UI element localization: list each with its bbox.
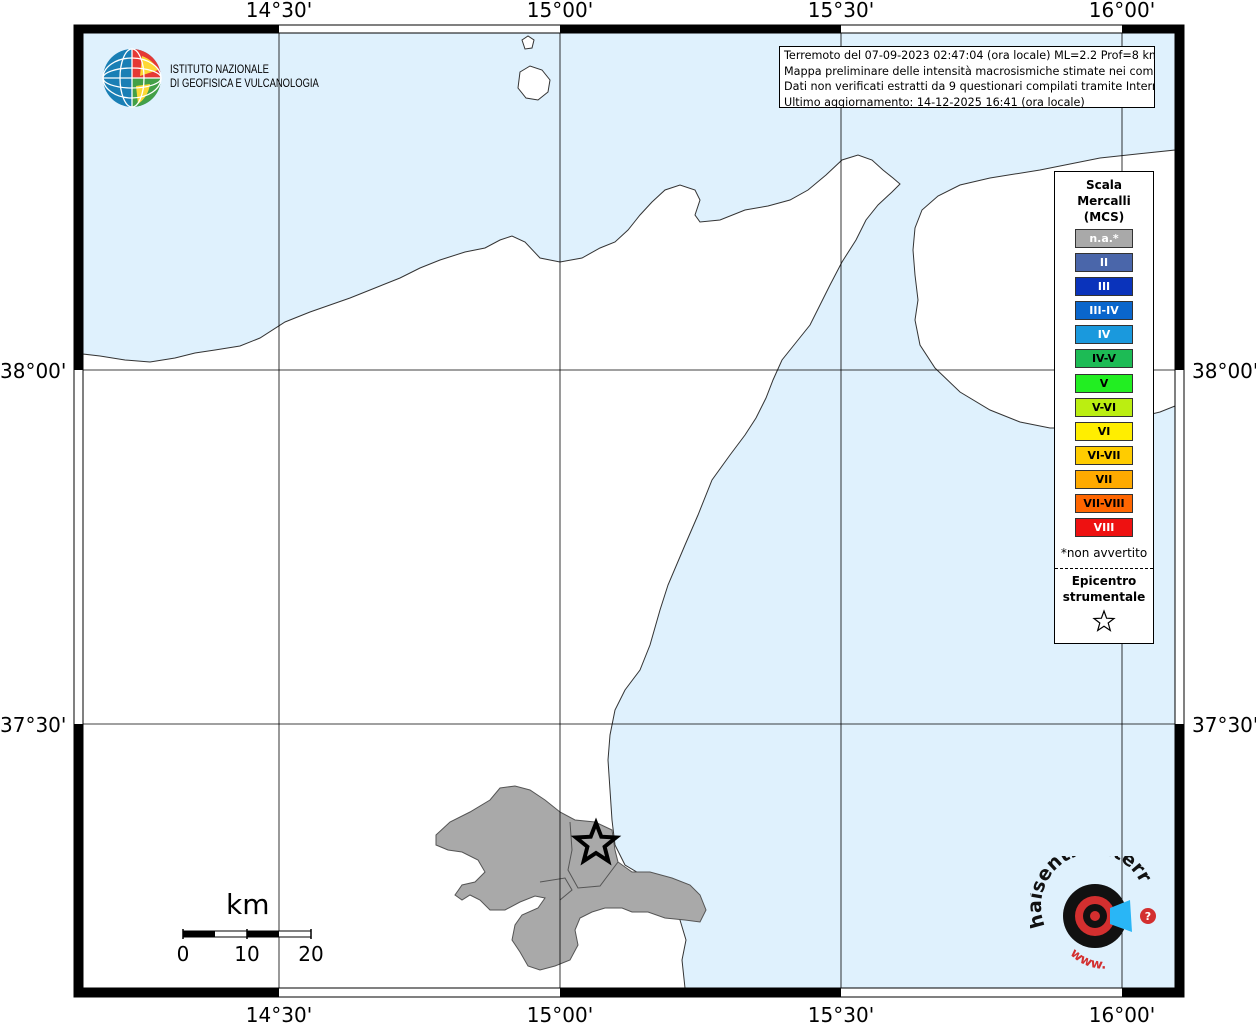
y-tick-right: 38°00': [1192, 359, 1256, 383]
legend-title-line: Scala: [1085, 178, 1123, 192]
legend-star-icon: [1092, 609, 1116, 632]
haisentitoilterremoto-logo: haisentitoilterremoto.it www. ?: [1030, 856, 1156, 973]
legend-title-line: (MCS): [1083, 210, 1125, 224]
event-info-line: Ultimo aggiornamento: 14-12-2025 16:41 (…: [784, 95, 1085, 108]
legend-divider: [1055, 568, 1153, 569]
legend-items: n.a.* II III III-IV IV IV-V V V-VI VI VI-VII VII VI…: [1075, 229, 1133, 542]
scale-label: 20: [298, 942, 324, 966]
legend-swatch: VI: [1075, 421, 1133, 441]
x-tick-top: 15°00': [526, 0, 594, 22]
legend-epicenter-line: Epicentro: [1071, 574, 1137, 588]
ingv-text-line: DI GEOFISICA E VULCANOLOGIA: [170, 78, 319, 90]
legend-swatch: III-IV: [1075, 301, 1133, 321]
event-info-box: Terremoto del 07-09-2023 02:47:04 (ora l…: [779, 46, 1155, 108]
svg-text:?: ?: [1145, 910, 1151, 923]
legend-swatch: V: [1075, 373, 1133, 393]
legend-note: *non avvertito: [1060, 546, 1148, 560]
ingv-logo-text: ISTITUTO NAZIONALE DI GEOFISICA E VULCAN…: [170, 63, 319, 91]
y-tick-left: 38°00': [0, 359, 67, 383]
scale-unit: km: [226, 888, 270, 921]
legend-swatch: VII-VIII: [1075, 494, 1133, 514]
y-tick-right: 37°30': [1192, 713, 1256, 737]
legend-swatch: n.a.*: [1075, 229, 1133, 248]
y-tick-left: 37°30': [0, 713, 67, 737]
event-info-line: Terremoto del 07-09-2023 02:47:04 (ora l…: [784, 49, 1155, 62]
scale-label: 10: [234, 942, 260, 966]
x-tick-bottom: 15°30': [807, 1003, 875, 1027]
x-tick-top: 16°00': [1088, 0, 1156, 22]
ingv-text-line: ISTITUTO NAZIONALE: [170, 64, 269, 76]
x-tick-top: 15°30': [807, 0, 875, 22]
event-info-line: Dati non verificati estratti da 9 questi…: [784, 80, 1155, 93]
legend-swatch: III: [1075, 277, 1133, 297]
event-info-line: Mappa preliminare delle intensità macros…: [784, 64, 1155, 78]
legend-swatch: VIII: [1075, 518, 1133, 538]
legend-title: Scala Mercalli (MCS): [1055, 177, 1153, 225]
x-tick-bottom: 14°30': [245, 1003, 313, 1027]
legend-epicenter-line: strumentale: [1062, 590, 1146, 604]
legend-swatch: VI-VII: [1075, 445, 1133, 465]
x-tick-bottom: 16°00': [1088, 1003, 1156, 1027]
legend-epicenter-label: Epicentro strumentale: [1055, 573, 1153, 605]
legend-swatch: VII: [1075, 469, 1133, 489]
scale-bar: km 0 10 20: [170, 888, 340, 978]
scale-label: 0: [176, 942, 190, 966]
mcs-legend: Scala Mercalli (MCS) n.a.* II III III-IV IV I…: [1054, 171, 1154, 644]
legend-swatch: V-VI: [1075, 397, 1133, 417]
legend-swatch: IV: [1075, 325, 1133, 345]
svg-text:www.: www.: [1067, 946, 1106, 973]
x-tick-bottom: 15°00': [526, 1003, 594, 1027]
legend-title-line: Mercalli: [1077, 194, 1131, 208]
ingv-globe-logo: [102, 48, 162, 108]
x-tick-top: 14°30': [245, 0, 313, 22]
legend-swatch: IV-V: [1075, 349, 1133, 369]
legend-swatch: II: [1075, 253, 1133, 273]
